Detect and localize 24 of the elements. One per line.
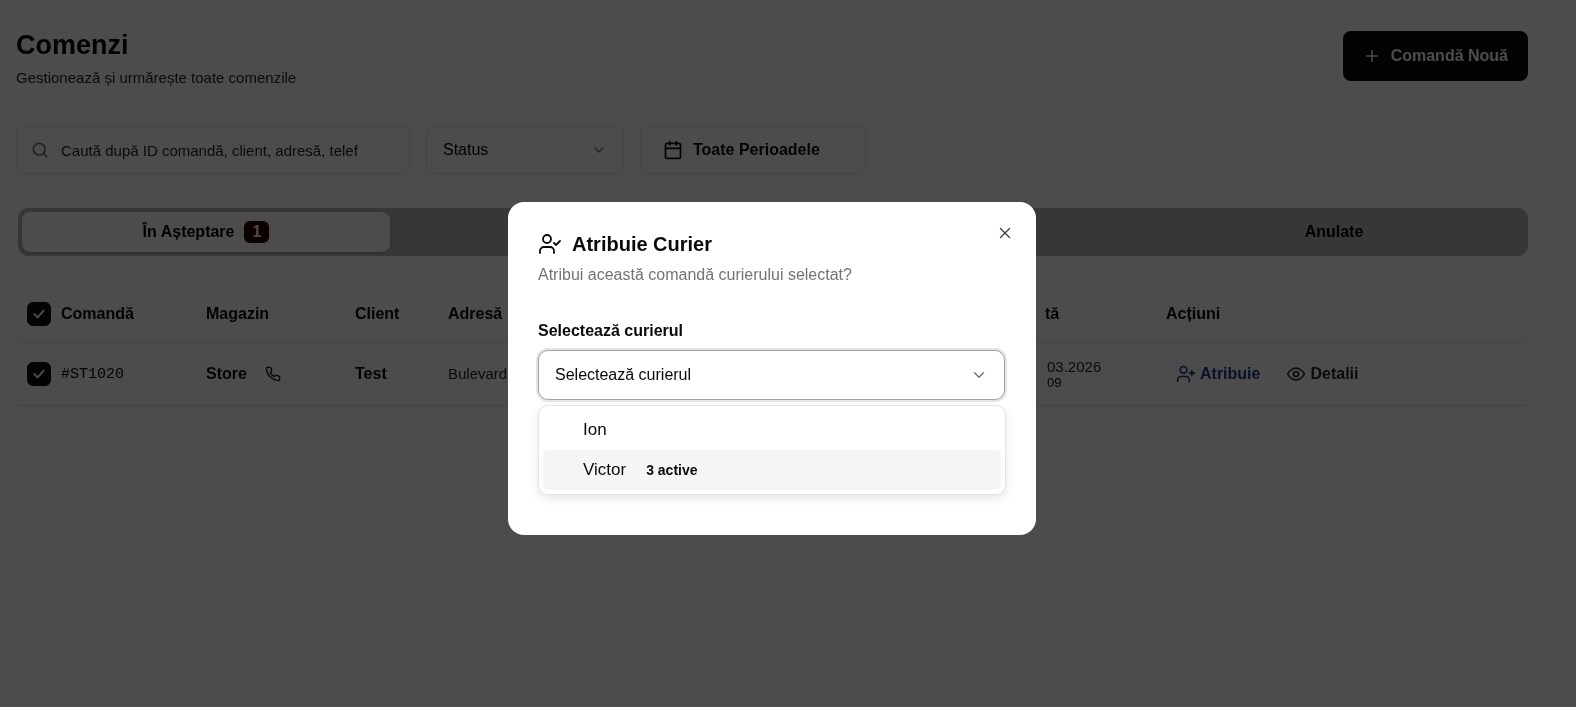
page-subtitle: Gestionează și urmărește toate comenzile — [16, 69, 297, 86]
user-check-icon — [538, 232, 562, 256]
page-title: Comenzi — [16, 30, 130, 61]
client-name: Test — [355, 365, 388, 383]
order-time: 09 — [1047, 375, 1063, 390]
column-header: Client — [355, 305, 401, 323]
store-name: Store — [206, 365, 247, 383]
dropdown-option[interactable]: Victor 3 active — [543, 450, 1001, 490]
column-header: Magazin — [206, 305, 271, 323]
active-count: 3 active — [646, 462, 698, 478]
field-label: Selectează curierul — [538, 322, 684, 340]
dialog-description: Atribui această comandă curierului selectat? — [538, 266, 853, 284]
column-header: Adresă — [448, 305, 504, 323]
order-id: #ST1020 — [61, 365, 124, 383]
column-header: Acțiuni — [1166, 305, 1222, 323]
order-date: 03.2026 — [1047, 358, 1103, 375]
option-label: Victor — [583, 460, 627, 480]
column-header: Comandă — [61, 305, 134, 323]
dropdown-option[interactable]: Ion — [543, 410, 1001, 450]
courier-select[interactable]: Selectează curierul — [538, 350, 1005, 400]
column-header: tă — [1045, 305, 1061, 323]
dialog-title: Atribuie Curier — [572, 232, 713, 256]
address-text: Bulevard — [448, 365, 508, 382]
option-label: Ion — [583, 420, 607, 440]
